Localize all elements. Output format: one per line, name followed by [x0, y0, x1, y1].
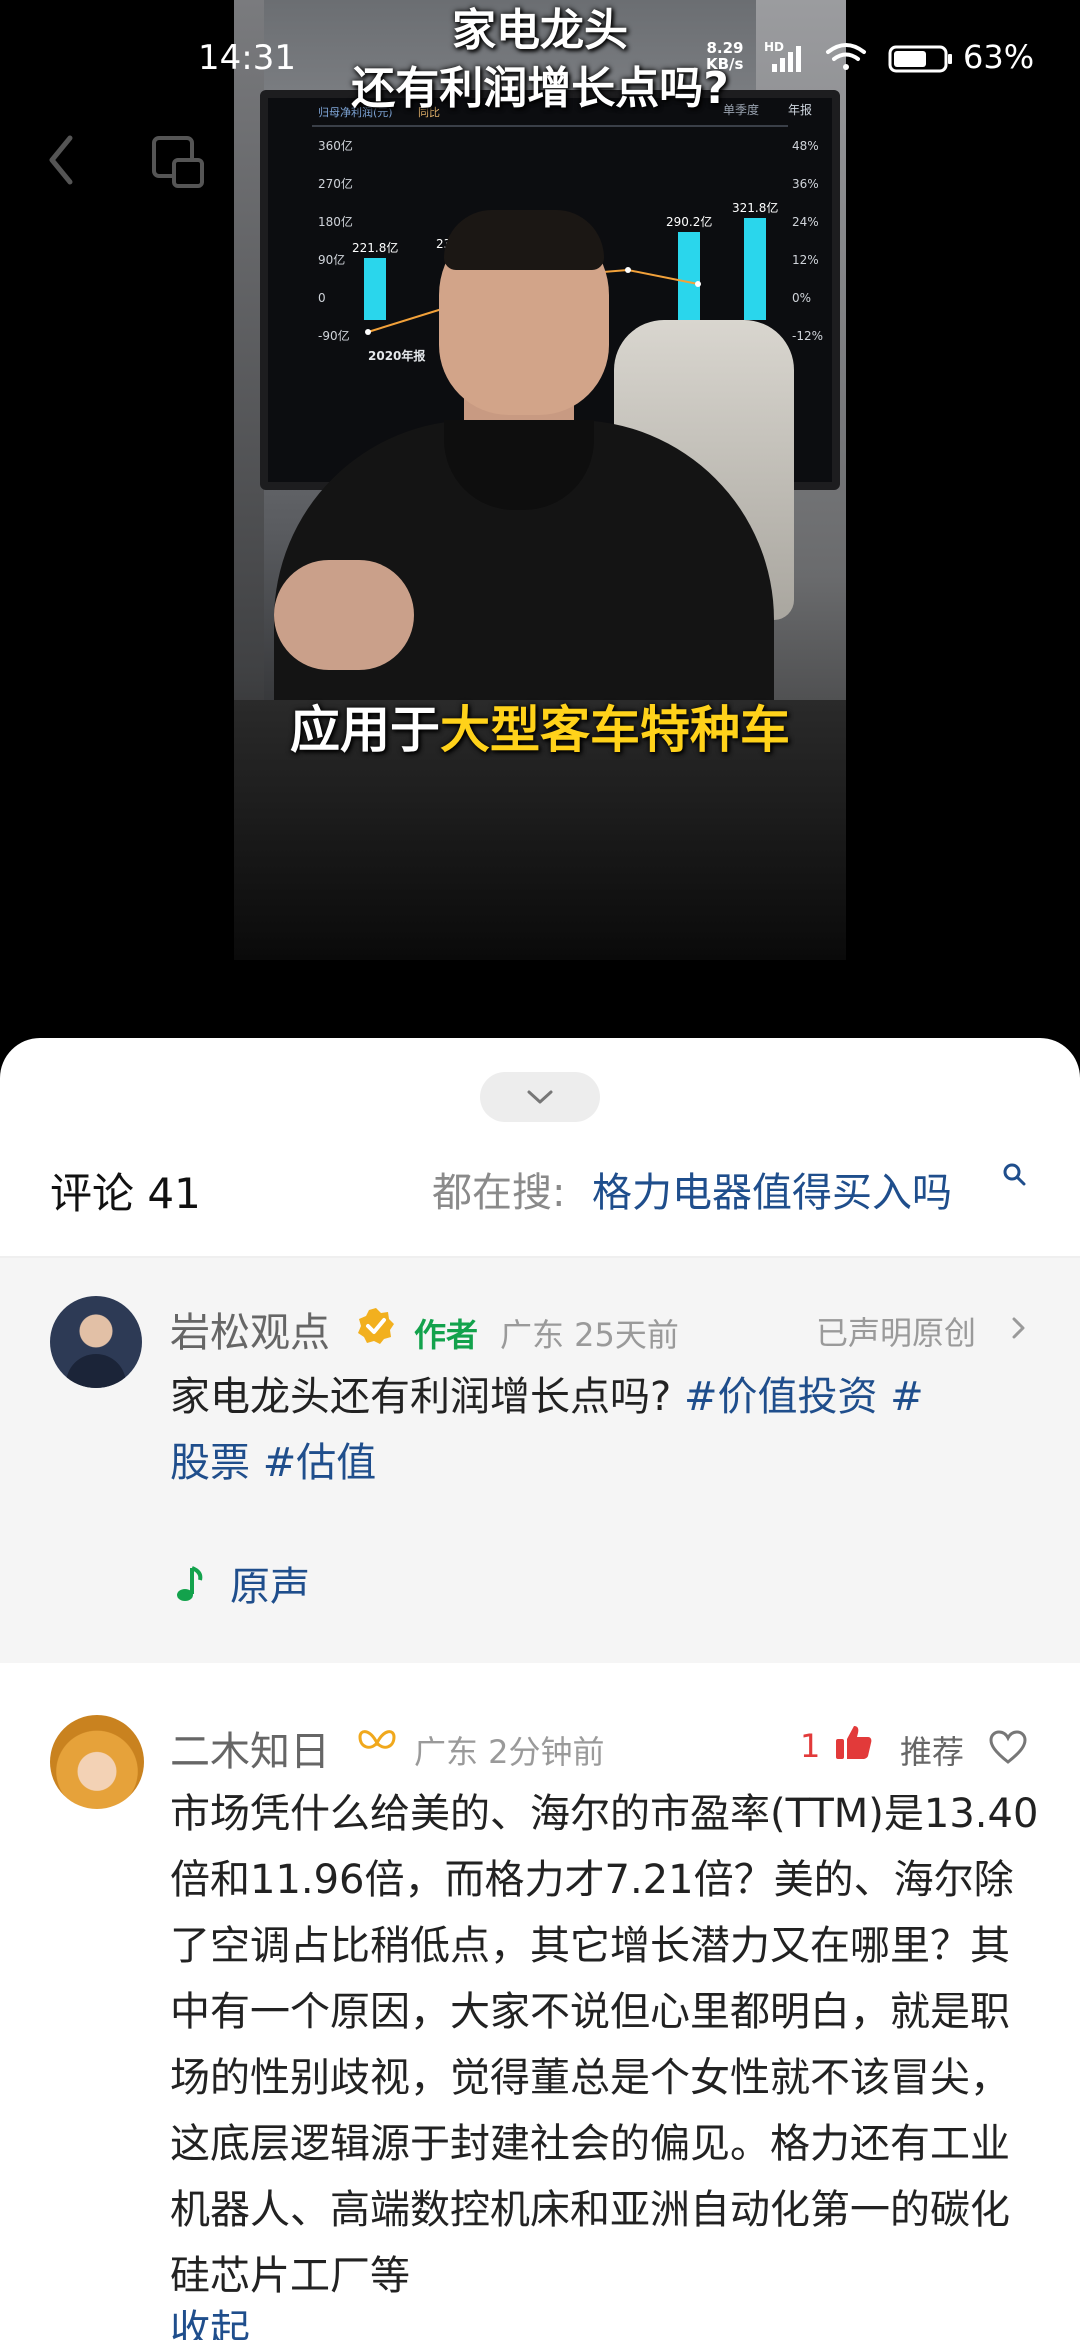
chart-y-left-tick: 360亿 [318, 138, 353, 153]
comments-sheet: 评论 41 都在搜: 格力电器值得买入吗 岩松观点 作者 广东 25天前 已声明… [0, 1038, 1080, 2340]
chart-bar-label: 221.8亿 [352, 240, 398, 255]
video-title-line2: 还有利润增长点吗? [351, 63, 729, 114]
status-net-speed: 8.29 KB/s [706, 40, 743, 72]
comment-meta: 广东 2分钟前 [414, 1733, 605, 1771]
net-speed-value: 8.29 [706, 39, 744, 57]
verified-badge-icon [358, 1308, 394, 1344]
video-frame: 归母净利润(元) 同比 单季度 年报 360亿 270亿 180亿 90亿 0 -90亿 … [234, 0, 846, 960]
chart-growth-point [365, 329, 371, 335]
chart-x-label: 2020年报 [368, 348, 425, 363]
author-tag: 作者 [414, 1316, 479, 1354]
battery-percent: 63% [963, 38, 1035, 76]
chart-bar-label: 321.8亿 [732, 200, 778, 215]
chart-y-right-tick: 0% [792, 291, 811, 305]
status-time: 14:31 [198, 38, 296, 78]
chart-y-right-tick: 24% [792, 215, 819, 229]
comment-item: 二木知日 广东 2分钟前 1 推荐 市场凭什么给美的、海尔的市盈率(TTM)是1… [0, 1663, 1080, 2340]
chart-y-right-tick: -12% [792, 329, 823, 343]
chart-y-left-tick: -90亿 [318, 328, 350, 343]
chart-y-left-tick: 270亿 [318, 176, 353, 191]
author-meta: 广东 25天前 [500, 1316, 679, 1354]
hashtag-link[interactable]: #价值投资 # [684, 1374, 924, 1420]
net-speed-unit: KB/s [706, 55, 744, 73]
speaker-hand [274, 560, 414, 670]
trending-search-link[interactable]: 格力电器值得买入吗 [592, 1160, 952, 1218]
original-declared-link[interactable]: 已声明原创 [816, 1308, 976, 1354]
search-prefix: 都在搜: [432, 1170, 566, 1216]
chart-bar [678, 232, 700, 320]
author-avatar[interactable] [50, 1296, 142, 1388]
chevron-down-icon [527, 1090, 553, 1104]
collapse-sheet-button[interactable] [480, 1072, 600, 1122]
picture-in-picture-icon[interactable] [150, 134, 206, 190]
subtitle-highlight: 大型客车特种车 [440, 701, 790, 759]
chart-y-left-tick: 90亿 [318, 252, 345, 267]
video-player[interactable]: 归母净利润(元) 同比 单季度 年报 360亿 270亿 180亿 90亿 0 -90亿 … [0, 0, 1080, 1070]
video-title-line1: 家电龙头 [452, 5, 628, 56]
video-subtitle: 应用于大型客车特种车 [234, 690, 846, 762]
chart-bar [364, 258, 386, 320]
search-icon[interactable] [1002, 1162, 1028, 1188]
author-post-text: 家电龙头还有利润增长点吗? #价值投资 # 股票 #估值 [170, 1364, 1040, 1496]
chart-growth-point [695, 281, 701, 287]
author-name[interactable]: 岩松观点 [170, 1300, 330, 1358]
like-count: 1 [800, 1727, 821, 1765]
wifi-icon [826, 43, 866, 70]
music-note-icon [177, 1566, 203, 1601]
chart-y-left-tick: 0 [318, 291, 326, 305]
commenter-avatar[interactable] [50, 1715, 144, 1809]
chart-y-left-tick: 180亿 [318, 214, 353, 229]
thumbs-up-icon[interactable] [834, 1723, 874, 1761]
comment-text: 市场凭什么给美的、海尔的市盈率(TTM)是13.40倍和11.96倍，而格力才7… [170, 1791, 1039, 2299]
chart-y-right-tick: 12% [792, 253, 819, 267]
author-post-body: 家电龙头还有利润增长点吗? [170, 1374, 672, 1420]
back-arrow-icon[interactable] [36, 130, 86, 190]
speaker-hair [444, 210, 604, 270]
video-title-overlay: 家电龙头 还有利润增长点吗? [234, 2, 846, 118]
subtitle-plain: 应用于 [290, 701, 440, 759]
collapse-comment-link[interactable]: 收起 [170, 2297, 250, 2340]
fan-badge-icon [358, 1730, 396, 1749]
signal-icon [772, 46, 801, 72]
recommend-button[interactable]: 推荐 [900, 1727, 964, 1773]
chart-bar-label: 290.2亿 [666, 214, 712, 229]
author-post: 岩松观点 作者 广东 25天前 已声明原创 家电龙头还有利润增长点吗? #价值投… [0, 1258, 1080, 1663]
hashtag-link[interactable]: 股票 #估值 [170, 1440, 376, 1486]
chart-y-right-tick: 48% [792, 139, 819, 153]
chart-growth-point [625, 267, 631, 273]
battery-icon [888, 45, 952, 73]
chevron-right-icon[interactable] [1010, 1316, 1026, 1340]
status-icons [772, 43, 952, 73]
heart-icon[interactable] [988, 1729, 1028, 1765]
comment-count: 评论 41 [50, 1169, 201, 1218]
original-sound-link[interactable]: 原声 [230, 1554, 310, 1612]
chart-y-right-tick: 36% [792, 177, 819, 191]
commenter-name[interactable]: 二木知日 [170, 1719, 330, 1777]
chart-bar [744, 218, 766, 320]
